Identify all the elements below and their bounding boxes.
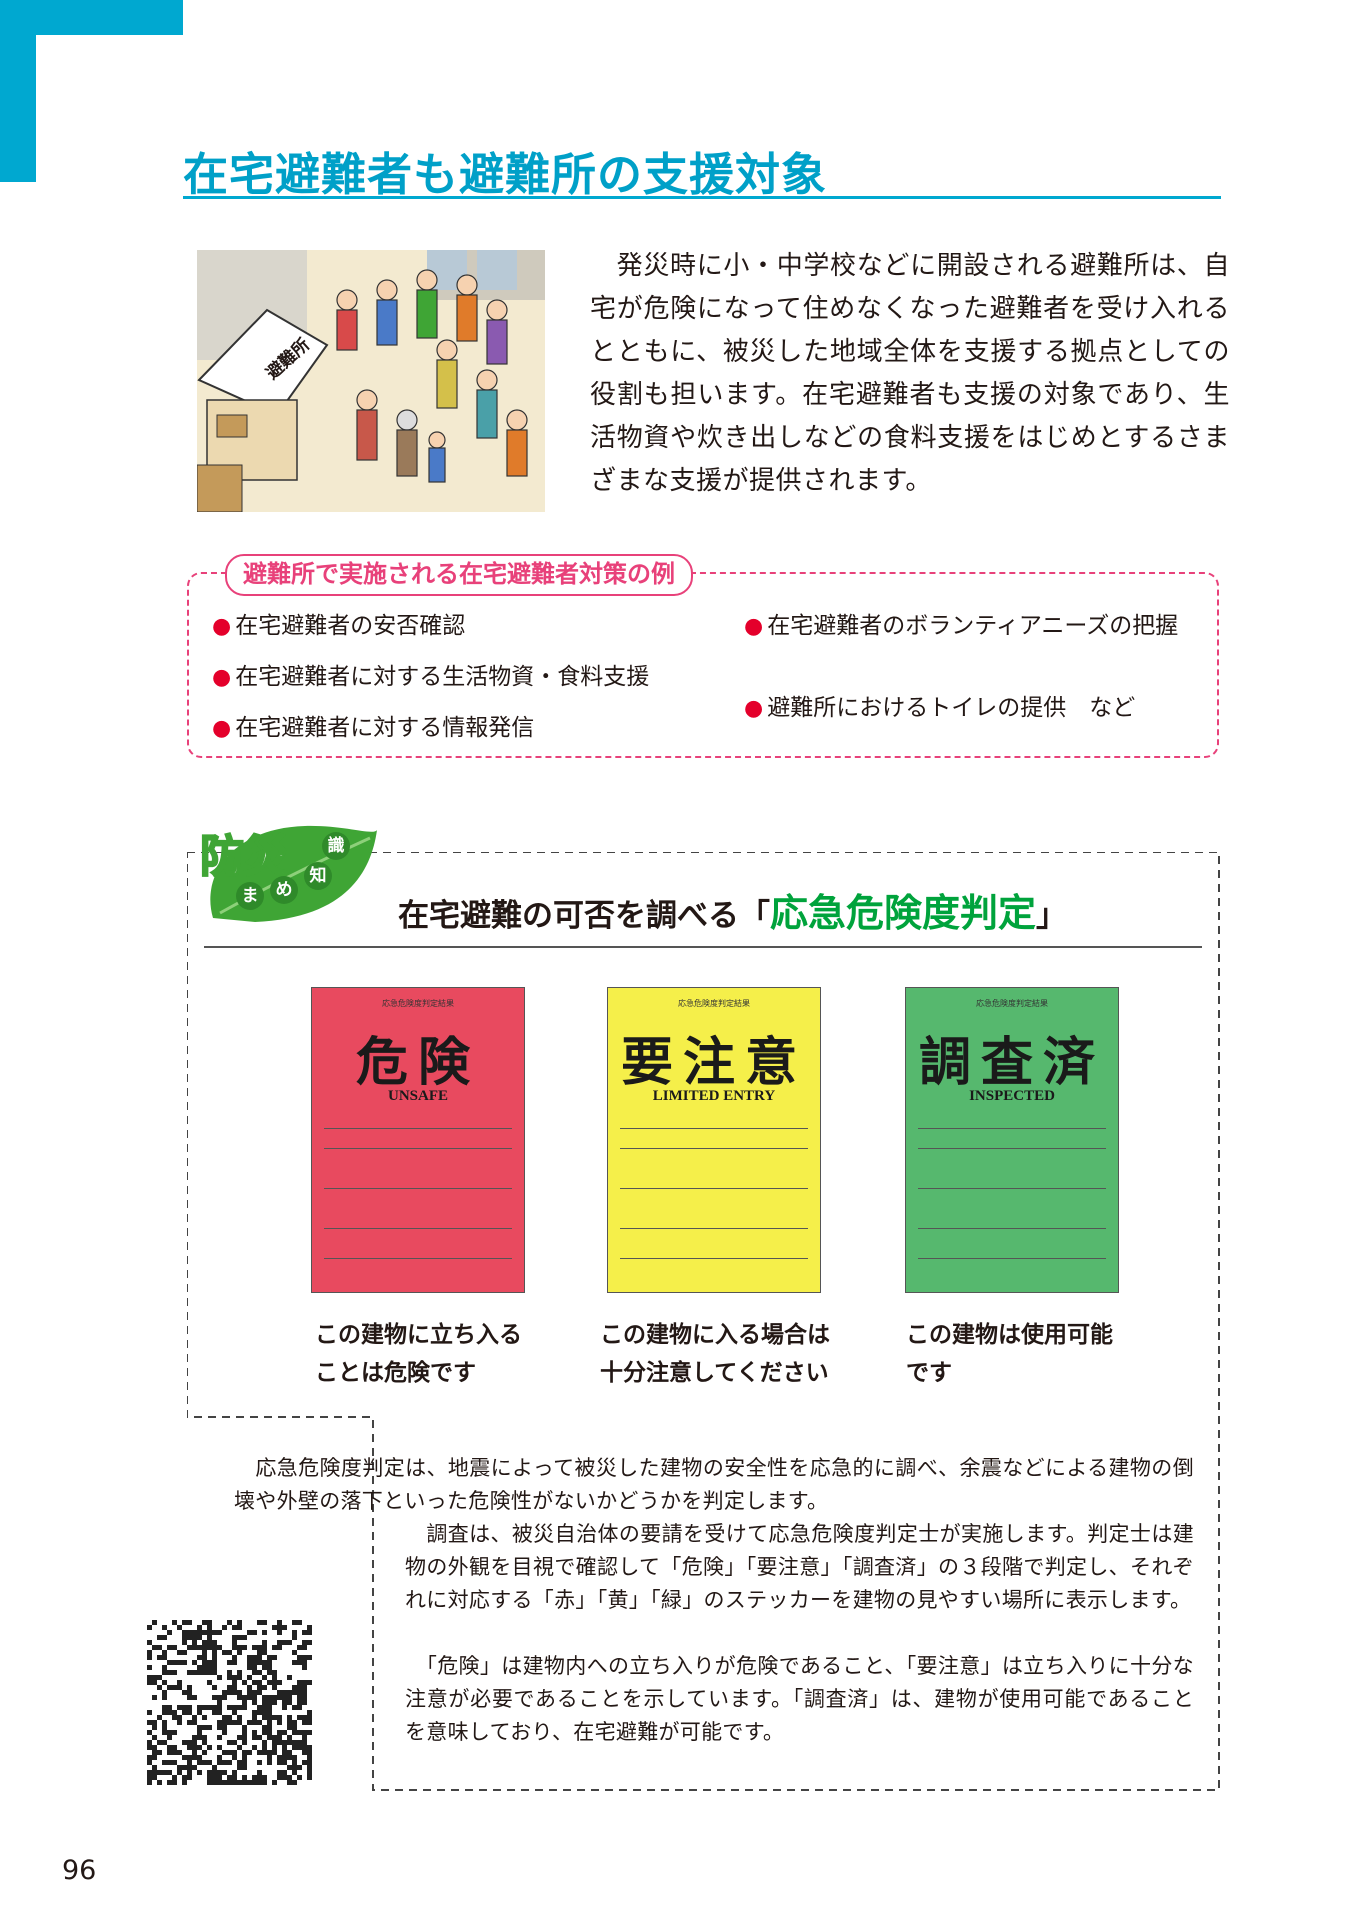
body-paragraph: 「危険」は建物内への立ち入りが危険であること、「要注意」は立ち入りに十分な注意が… [405, 1654, 1194, 1744]
qr-code-icon [147, 1620, 312, 1785]
sticker-title: 危険 [355, 1033, 480, 1093]
sticker-caption: この建物は使用可能です [906, 1322, 1113, 1386]
sticker-inspected: 応急危険度判定結果 調査済 INSPECTED [905, 987, 1119, 1293]
measure-item: ● 在宅避難者のボランティアニーズの把握 [744, 613, 1179, 639]
sticker-english: UNSAFE [387, 1088, 448, 1104]
page-number: 96 [62, 1855, 97, 1886]
measure-item: ● 在宅避難者に対する情報発信 [212, 715, 535, 741]
bullet-icon: ● [744, 614, 764, 639]
badge-char: ま [236, 882, 264, 910]
measure-item: ● 在宅避難者の安否確認 [212, 613, 466, 639]
sticker-title: 要注意 [620, 1033, 807, 1093]
badge-char: め [270, 876, 298, 904]
bullet-icon: ● [212, 665, 232, 690]
bullet-icon: ● [212, 716, 232, 741]
body-paragraph: 調査は、被災自治体の要請を受けて応急危険度判定士が実施します。判定士は建物の外観… [405, 1522, 1194, 1612]
sticker-caption: この建物に入る場合は十分注意してください [600, 1322, 830, 1386]
sticker-limited-entry: 応急危険度判定結果 要注意 LIMITED ENTRY [607, 987, 821, 1293]
bullet-icon: ● [212, 614, 232, 639]
body-paragraph: 応急危険度判定は、地震によって被災した建物の安全性を応急的に調べ、余震などによる… [234, 1456, 1194, 1513]
heading-rule [204, 946, 1202, 948]
badge-title: 防災 [199, 830, 289, 883]
title-underline [183, 196, 1221, 199]
badge-char: 識 [322, 832, 350, 860]
sticker-caption: この建物に立ち入ることは危険です [315, 1322, 522, 1386]
shelter-scene-image [197, 250, 545, 512]
sticker-title: 調査済 [918, 1033, 1105, 1093]
measure-item: ● 在宅避難者に対する生活物資・食料支援 [212, 664, 650, 690]
sticker-unsafe: 応急危険度判定結果 危険 UNSAFE [311, 987, 525, 1293]
measures-label: 避難所で実施される在宅避難者対策の例 [225, 554, 693, 596]
badge-char: 知 [304, 862, 332, 890]
bullet-icon: ● [744, 696, 764, 721]
shelter-illustration: 避難所 [197, 250, 545, 512]
page-title: 在宅避難者も避難所の支援対象 [183, 148, 828, 201]
sticker-english: LIMITED ENTRY [652, 1088, 776, 1104]
sticker-english: INSPECTED [969, 1088, 1055, 1104]
intro-paragraph: 発災時に小・中学校などに開設される避難所は、自宅が危険になって住めなくなった避難… [590, 251, 1230, 496]
measure-item: ● 避難所におけるトイレの提供 など [744, 695, 1136, 721]
corner-bar-side [0, 0, 36, 182]
mamechishiki-heading: 在宅避難の可否を調べる「応急危険度判定」 [398, 891, 1068, 935]
